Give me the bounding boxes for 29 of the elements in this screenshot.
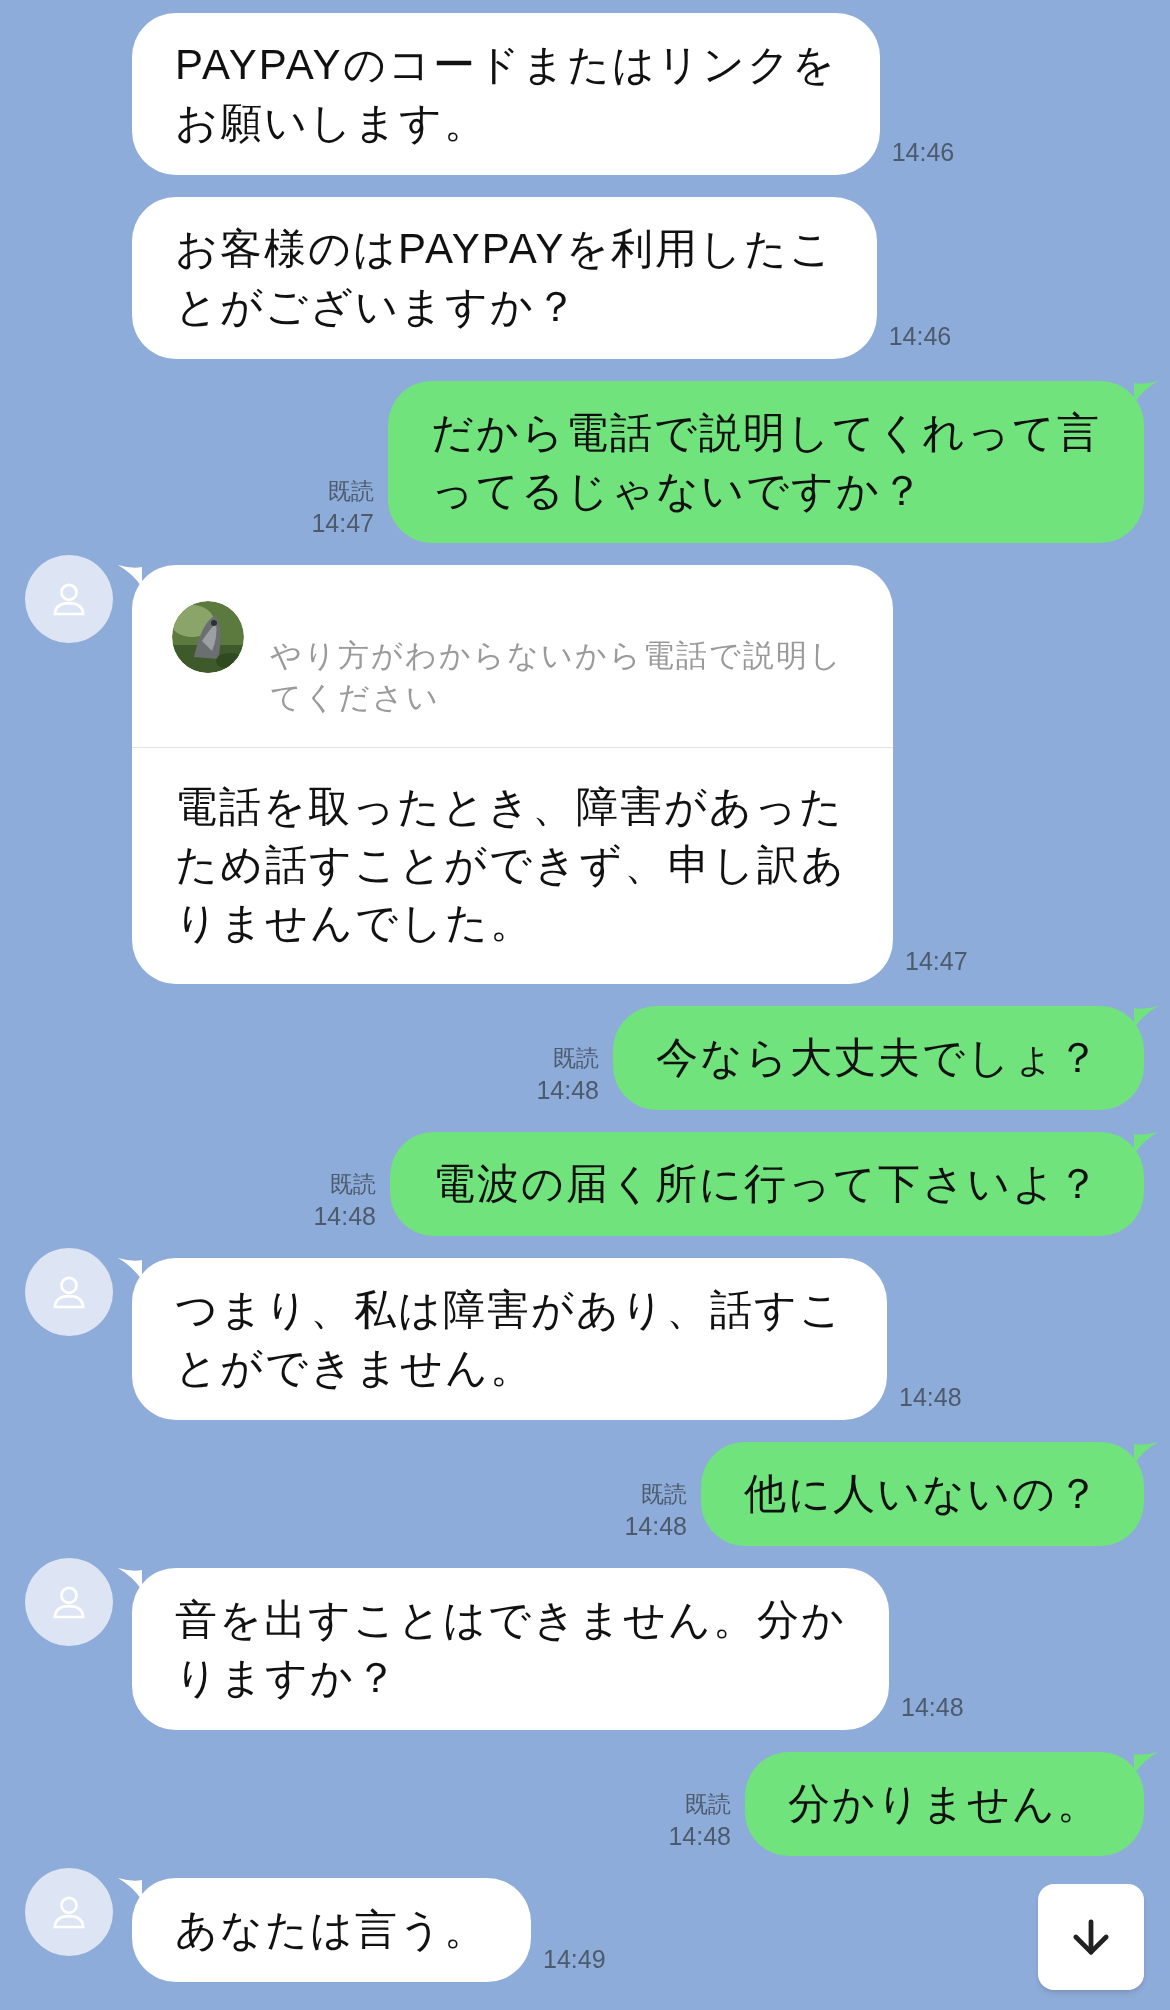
- message-text: 音を出すことはできません。分か りますか？: [175, 1596, 846, 1701]
- scroll-down-button[interactable]: [1038, 1884, 1144, 1990]
- timestamp: 14:48: [901, 1691, 964, 1723]
- timestamp: 14:48: [899, 1381, 962, 1413]
- read-receipt: 既読: [330, 1170, 376, 1199]
- read-receipt: 既読: [328, 477, 374, 506]
- timestamp: 14:46: [888, 320, 952, 352]
- message-text: 電波の届く所に行って下さいよ？: [433, 1160, 1101, 1207]
- timestamp: 14:47: [905, 945, 968, 977]
- message-text: 今なら大丈夫でしょ？: [656, 1034, 1101, 1081]
- message-text: 電話を取ったとき、障害があった ため話すことができず、申し訳あ りませんでした。: [175, 783, 846, 946]
- read-receipt: 既読: [553, 1044, 599, 1073]
- timestamp: 14:48: [668, 1821, 731, 1852]
- message-text: お客様のはPAYPAYを利用したこ とがございますか？: [175, 225, 834, 330]
- message-text: つまり、私は障害があり、話すこ とができません。: [175, 1286, 844, 1391]
- timestamp: 14:48: [313, 1201, 376, 1232]
- quoted-message: やり方がわからないから電話で説明し てください: [270, 637, 843, 717]
- message-text: 分かりません。: [788, 1780, 1101, 1827]
- timestamp: 14:48: [624, 1511, 687, 1542]
- timestamp: 14:49: [543, 1943, 606, 1975]
- message-text: PAYPAYのコードまたはリンクを お願いします。: [175, 41, 837, 146]
- message-text: だから電話で説明してくれって言 ってるじゃないですか？: [431, 409, 1101, 514]
- timestamp: 14:47: [311, 508, 374, 539]
- message-text: 他に人いないの？: [744, 1470, 1101, 1517]
- read-receipt: 既読: [641, 1480, 687, 1509]
- timestamp: 14:48: [536, 1075, 599, 1106]
- read-receipt: 既読: [685, 1790, 731, 1819]
- timestamp: 14:46: [891, 136, 955, 168]
- message-text: あなたは言う。: [175, 1906, 488, 1953]
